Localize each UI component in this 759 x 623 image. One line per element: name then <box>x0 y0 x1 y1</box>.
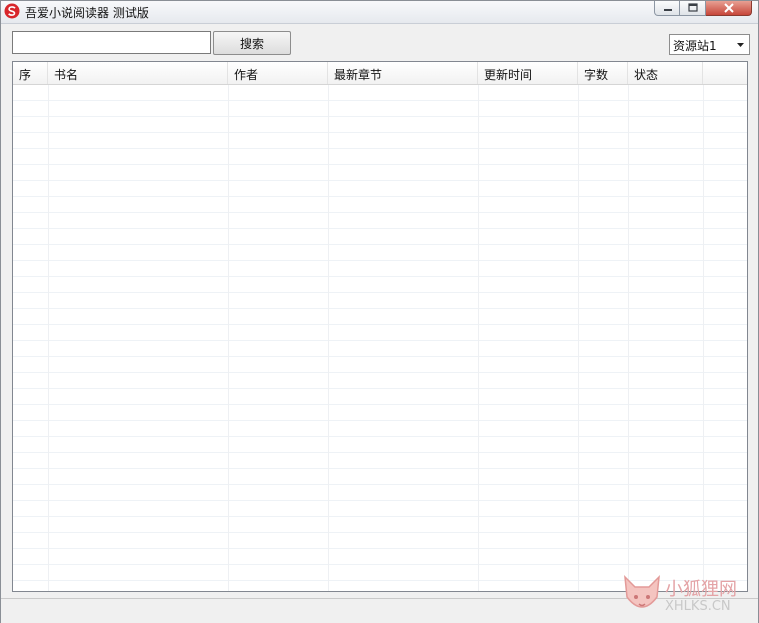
search-button[interactable]: 搜索 <box>213 31 291 55</box>
close-icon <box>724 3 734 13</box>
app-window: 吾爱小说阅读器 测试版 搜索 资源站1 序 书名 作者 最新章节 更新时间 字数… <box>0 0 759 623</box>
maximize-icon <box>688 3 698 12</box>
column-header-latest-chapter[interactable]: 最新章节 <box>328 62 478 84</box>
column-divider <box>328 85 329 591</box>
watermark: 小狐狸网 XHLKS.CN <box>621 573 753 621</box>
app-logo-icon <box>4 3 20 19</box>
title-bar[interactable]: 吾爱小说阅读器 测试版 <box>1 1 758 24</box>
column-divider <box>478 85 479 591</box>
column-header-status[interactable]: 状态 <box>628 62 703 84</box>
minimize-icon <box>664 9 672 11</box>
column-header-index[interactable]: 序 <box>13 62 48 84</box>
column-header-update-time[interactable]: 更新时间 <box>478 62 578 84</box>
column-divider <box>703 85 704 591</box>
minimize-button[interactable] <box>654 1 680 16</box>
column-header-word-count[interactable]: 字数 <box>578 62 628 84</box>
maximize-button[interactable] <box>680 1 706 16</box>
table-body[interactable] <box>13 85 747 591</box>
watermark-line2: XHLKS.CN <box>665 599 731 614</box>
search-input[interactable] <box>12 31 211 54</box>
column-header-author[interactable]: 作者 <box>228 62 328 84</box>
chevron-down-icon <box>737 43 744 47</box>
book-list-table[interactable]: 序 书名 作者 最新章节 更新时间 字数 状态 <box>12 61 748 592</box>
column-divider <box>228 85 229 591</box>
column-divider <box>48 85 49 591</box>
fox-logo-icon <box>624 574 660 608</box>
source-selected-value: 资源站1 <box>673 39 717 53</box>
column-divider <box>628 85 629 591</box>
source-site-select[interactable]: 资源站1 <box>669 34 750 55</box>
table-header: 序 书名 作者 最新章节 更新时间 字数 状态 <box>13 62 747 85</box>
column-divider <box>578 85 579 591</box>
close-button[interactable] <box>706 1 752 16</box>
window-title: 吾爱小说阅读器 测试版 <box>25 6 149 20</box>
column-header-title[interactable]: 书名 <box>48 62 228 84</box>
watermark-line1: 小狐狸网 <box>665 579 737 600</box>
